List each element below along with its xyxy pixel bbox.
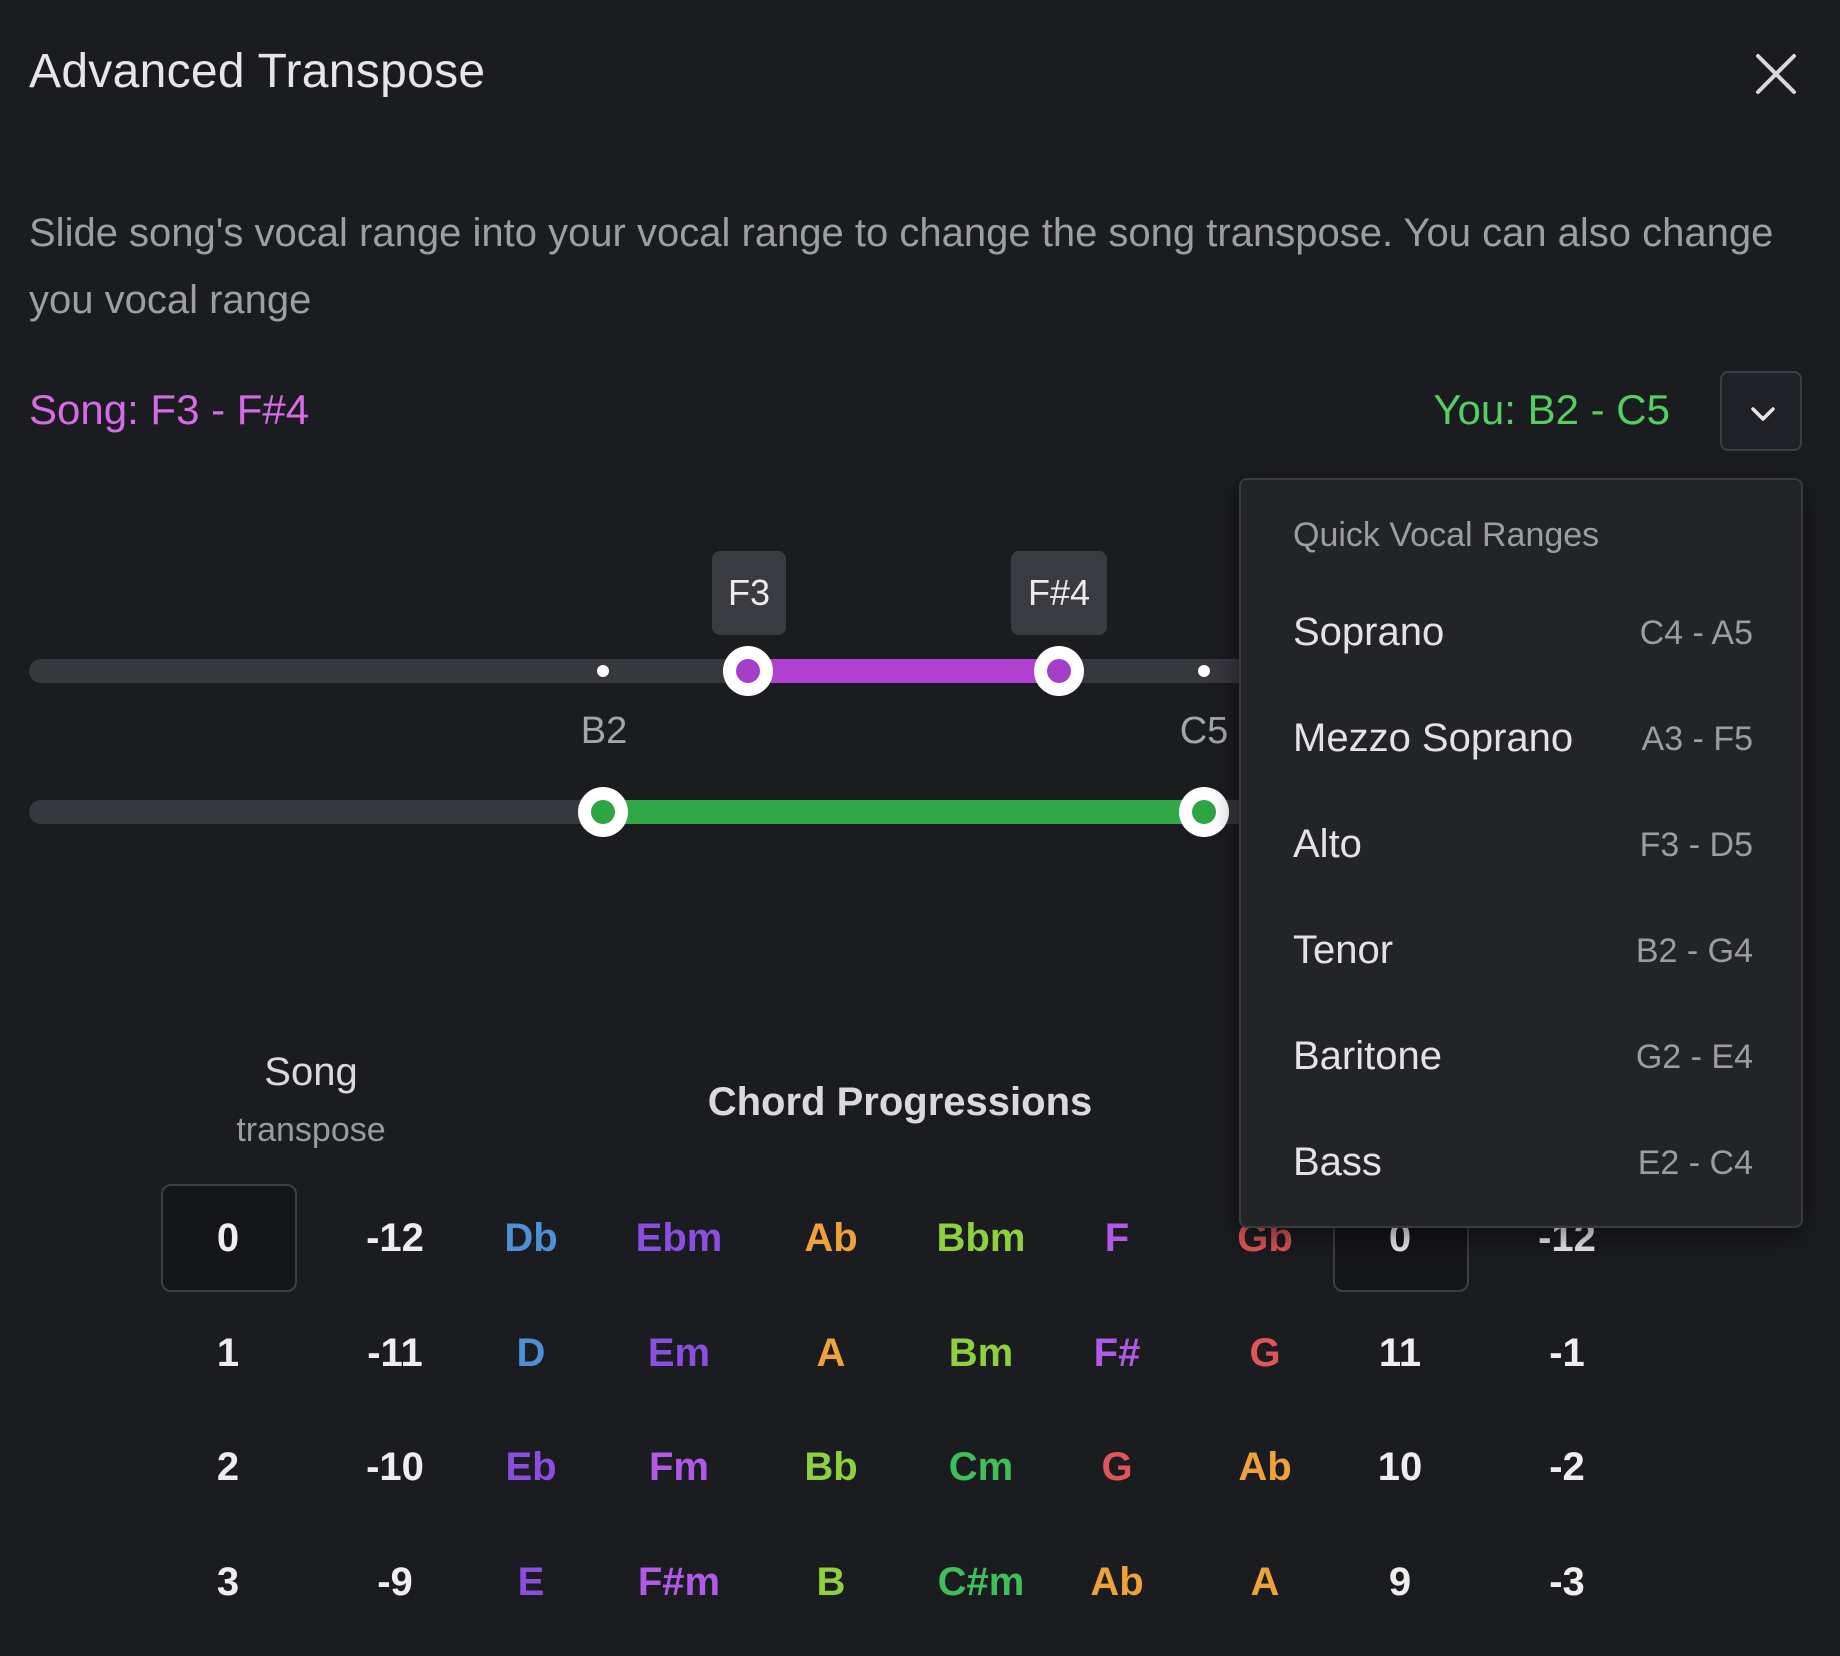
right-offset-value: -2 <box>1549 1445 1585 1489</box>
quick-vocal-ranges-header: Quick Vocal Ranges <box>1293 516 1600 554</box>
your-range-low-handle[interactable] <box>578 787 628 837</box>
transpose-subheader: transpose <box>236 1111 386 1149</box>
chord-cell: Fm <box>649 1445 709 1489</box>
song-range-low-handle[interactable] <box>723 646 773 696</box>
chord-cell: G <box>1101 1445 1133 1489</box>
offset-value: -9 <box>377 1560 413 1604</box>
transpose-value[interactable]: 3 <box>153 1552 303 1612</box>
vocal-range-option-baritone[interactable]: Baritone G2 - E4 <box>1241 1010 1801 1110</box>
chord-cell: E <box>517 1560 545 1604</box>
chord-cell: Ebm <box>635 1216 723 1260</box>
song-range-high-handle[interactable] <box>1034 646 1084 696</box>
transpose-value[interactable]: 2 <box>153 1437 303 1497</box>
song-range-slider-fill <box>748 659 1059 683</box>
vocal-range-name: Soprano <box>1293 610 1445 654</box>
dialog-title: Advanced Transpose <box>29 45 486 98</box>
vocal-range-name: Baritone <box>1293 1034 1442 1078</box>
dialog-description: Slide song's vocal range into your vocal… <box>29 211 1774 322</box>
song-low-tooltip: F3 <box>712 551 786 635</box>
vocal-range-name: Tenor <box>1293 928 1394 972</box>
vocal-range-option-alto[interactable]: Alto F3 - D5 <box>1241 798 1801 898</box>
your-range-low-label: B2 <box>580 710 628 752</box>
right-transpose-value[interactable]: 11 <box>1325 1323 1475 1383</box>
chord-cell: Cm <box>948 1445 1014 1489</box>
chord-cell: D <box>516 1331 546 1375</box>
your-range-label: You: B2 - C5 <box>1433 386 1670 433</box>
chord-cell: F# <box>1093 1331 1141 1375</box>
right-offset-value: -3 <box>1549 1560 1585 1604</box>
slider-tick-dot <box>1198 665 1210 677</box>
vocal-range-notes: C4 - A5 <box>1639 614 1753 652</box>
vocal-range-name: Mezzo Soprano <box>1293 716 1574 760</box>
vocal-range-name: Bass <box>1293 1140 1382 1184</box>
vocal-range-notes: F3 - D5 <box>1639 826 1753 864</box>
vocal-range-notes: B2 - G4 <box>1635 932 1753 970</box>
chevron-down-icon <box>1751 407 1775 421</box>
offset-value: -10 <box>366 1445 424 1489</box>
close-icon <box>1756 54 1796 94</box>
chord-cell: Bbm <box>936 1216 1026 1260</box>
vocal-range-dropdown-button[interactable] <box>1720 371 1802 451</box>
chord-cell: Eb <box>505 1445 557 1489</box>
right-transpose-value[interactable]: 9 <box>1325 1552 1475 1612</box>
vocal-range-option-bass[interactable]: Bass E2 - C4 <box>1241 1116 1801 1216</box>
vocal-range-notes: A3 - F5 <box>1641 720 1753 758</box>
vocal-range-option-soprano[interactable]: Soprano C4 - A5 <box>1241 586 1801 686</box>
chord-cell: B <box>816 1560 846 1604</box>
song-high-tooltip: F#4 <box>1011 551 1107 635</box>
transpose-value[interactable]: 1 <box>153 1323 303 1383</box>
chord-cell: Ab <box>1090 1560 1144 1604</box>
offset-value: -11 <box>367 1331 423 1375</box>
chord-cell: G <box>1249 1331 1281 1375</box>
song-transpose-header: Song transpose <box>196 1050 426 1150</box>
chord-cell: A <box>816 1331 846 1375</box>
chord-cell: Bb <box>804 1445 858 1489</box>
advanced-transpose-dialog: Advanced Transpose Slide song's vocal ra… <box>0 0 1840 1656</box>
close-button[interactable] <box>1746 44 1806 104</box>
slider-tick-dot <box>597 665 609 677</box>
vocal-range-notes: G2 - E4 <box>1635 1038 1753 1076</box>
chord-cell: Bm <box>948 1331 1014 1375</box>
transpose-value[interactable]: 0 <box>153 1208 303 1268</box>
vocal-range-option-mezzo-soprano[interactable]: Mezzo Soprano A3 - F5 <box>1241 692 1801 792</box>
right-offset-value: -1 <box>1549 1331 1585 1375</box>
vocal-range-option-tenor[interactable]: Tenor B2 - G4 <box>1241 904 1801 1004</box>
vocal-range-name: Alto <box>1293 822 1362 866</box>
your-range-high-handle[interactable] <box>1179 787 1229 837</box>
chord-cell: A <box>1250 1560 1280 1604</box>
chord-progressions-header: Chord Progressions <box>707 1080 1093 1124</box>
chord-cell: C#m <box>937 1560 1025 1604</box>
song-range-label: Song: F3 - F#4 <box>29 386 310 433</box>
song-header: Song <box>264 1050 358 1094</box>
your-range-slider-track[interactable] <box>29 800 1249 824</box>
chord-cell: Ab <box>804 1216 858 1260</box>
chord-cell: Db <box>504 1216 558 1260</box>
chord-cell: F#m <box>637 1560 721 1604</box>
quick-vocal-ranges-menu: Quick Vocal Ranges Soprano C4 - A5 Mezzo S… <box>1239 478 1803 1228</box>
chord-cell: Em <box>647 1331 711 1375</box>
your-range-slider-fill <box>603 800 1204 824</box>
chord-cell: F <box>1104 1216 1130 1260</box>
right-transpose-value[interactable]: 10 <box>1325 1437 1475 1497</box>
chord-cell: Ab <box>1238 1445 1292 1489</box>
vocal-range-notes: E2 - C4 <box>1637 1144 1753 1182</box>
offset-value: -12 <box>366 1216 424 1260</box>
